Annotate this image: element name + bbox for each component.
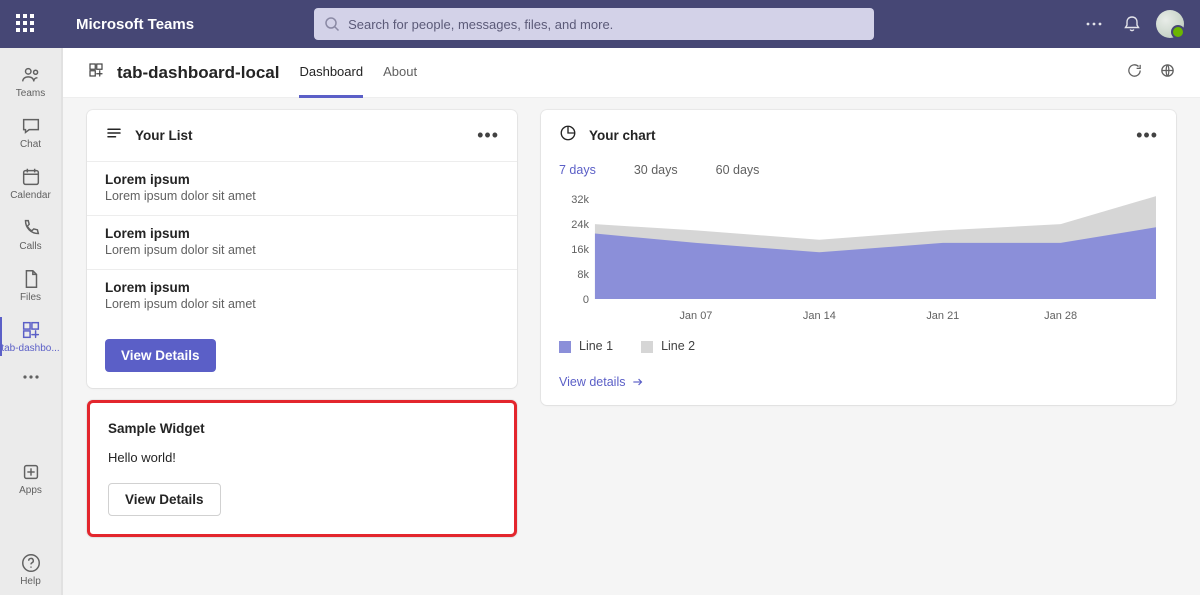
rail-help[interactable]: Help bbox=[0, 544, 61, 595]
rail-teams[interactable]: Teams bbox=[0, 56, 61, 107]
svg-text:32k: 32k bbox=[571, 194, 589, 206]
list-item-subtitle: Lorem ipsum dolor sit amet bbox=[105, 189, 499, 203]
svg-text:16k: 16k bbox=[571, 244, 589, 256]
page-title: tab-dashboard-local bbox=[117, 63, 279, 83]
search-icon bbox=[324, 16, 340, 32]
range-7-days[interactable]: 7 days bbox=[559, 163, 596, 177]
card-more-icon[interactable]: ••• bbox=[1136, 125, 1158, 146]
app-rail: Teams Chat Calendar Calls Files tab-dash… bbox=[0, 48, 62, 595]
sample-widget-body: Hello world! bbox=[108, 450, 496, 465]
more-icon[interactable] bbox=[1084, 14, 1104, 34]
view-details-button[interactable]: View Details bbox=[105, 339, 216, 372]
area-chart: 0 8k 16k 24k 32k Jan 07 Jan 14 Jan 21 Jan 28 bbox=[541, 183, 1176, 335]
your-chart-card: Your chart ••• 7 days 30 days 60 days 0 8… bbox=[541, 110, 1176, 405]
svg-text:Jan 14: Jan 14 bbox=[803, 310, 836, 322]
card-more-icon[interactable]: ••• bbox=[477, 125, 499, 146]
app-topbar: Microsoft Teams bbox=[0, 0, 1200, 48]
file-icon bbox=[20, 268, 42, 290]
list-item: Lorem ipsum Lorem ipsum dolor sit amet bbox=[87, 162, 517, 216]
rail-tab-dashboard[interactable]: tab-dashbo... bbox=[0, 311, 61, 362]
app-tile-icon bbox=[87, 61, 105, 84]
phone-icon bbox=[20, 217, 42, 239]
svg-text:24k: 24k bbox=[571, 219, 589, 231]
app-icon bbox=[20, 319, 42, 341]
range-30-days[interactable]: 30 days bbox=[634, 163, 678, 177]
range-60-days[interactable]: 60 days bbox=[716, 163, 760, 177]
more-horizontal-icon bbox=[20, 370, 42, 384]
sample-widget-card: Sample Widget Hello world! View Details bbox=[87, 400, 517, 537]
list-item-subtitle: Lorem ipsum dolor sit amet bbox=[105, 297, 499, 311]
search-box[interactable] bbox=[314, 8, 874, 40]
chat-icon bbox=[20, 115, 42, 137]
list-item-title: Lorem ipsum bbox=[105, 280, 499, 295]
sample-widget-title: Sample Widget bbox=[108, 421, 496, 436]
rail-label: tab-dashbo... bbox=[1, 343, 59, 354]
legend-line-1: Line 1 bbox=[559, 339, 613, 353]
apps-icon bbox=[20, 461, 42, 483]
rail-label: Help bbox=[20, 576, 41, 587]
list-item-title: Lorem ipsum bbox=[105, 172, 499, 187]
chart-legend: Line 1 Line 2 bbox=[541, 335, 1176, 365]
list-item: Lorem ipsum Lorem ipsum dolor sit amet bbox=[87, 216, 517, 270]
card-title: Your chart bbox=[589, 128, 656, 143]
rail-label: Calendar bbox=[10, 190, 51, 201]
rail-chat[interactable]: Chat bbox=[0, 107, 61, 158]
card-title: Your List bbox=[135, 128, 193, 143]
rail-label: Teams bbox=[16, 88, 45, 99]
tab-dashboard[interactable]: Dashboard bbox=[299, 48, 363, 98]
rail-label: Apps bbox=[19, 485, 42, 496]
rail-label: Chat bbox=[20, 139, 41, 150]
rail-calendar[interactable]: Calendar bbox=[0, 158, 61, 209]
tab-header: tab-dashboard-local Dashboard About bbox=[63, 48, 1200, 98]
notifications-icon[interactable] bbox=[1122, 14, 1142, 34]
rail-files[interactable]: Files bbox=[0, 260, 61, 311]
svg-text:Jan 21: Jan 21 bbox=[926, 310, 959, 322]
svg-text:Jan 28: Jan 28 bbox=[1044, 310, 1077, 322]
brand-title: Microsoft Teams bbox=[76, 16, 194, 33]
arrow-right-icon bbox=[631, 375, 645, 389]
tab-about[interactable]: About bbox=[383, 48, 417, 98]
list-item: Lorem ipsum Lorem ipsum dolor sit amet bbox=[87, 270, 517, 323]
svg-text:0: 0 bbox=[583, 294, 589, 306]
rail-label: Calls bbox=[19, 241, 41, 252]
svg-text:Jan 07: Jan 07 bbox=[679, 310, 712, 322]
pop-out-icon[interactable] bbox=[1159, 62, 1176, 84]
help-icon bbox=[20, 552, 42, 574]
list-item-title: Lorem ipsum bbox=[105, 226, 499, 241]
refresh-icon[interactable] bbox=[1126, 62, 1143, 84]
teams-icon bbox=[20, 64, 42, 86]
legend-line-2: Line 2 bbox=[641, 339, 695, 353]
rail-more[interactable] bbox=[0, 362, 61, 394]
app-launcher-icon[interactable] bbox=[16, 14, 36, 34]
rail-calls[interactable]: Calls bbox=[0, 209, 61, 260]
your-list-card: Your List ••• Lorem ipsum Lorem ipsum dol… bbox=[87, 110, 517, 388]
sample-view-details-button[interactable]: View Details bbox=[108, 483, 221, 516]
svg-text:8k: 8k bbox=[577, 269, 589, 281]
list-item-subtitle: Lorem ipsum dolor sit amet bbox=[105, 243, 499, 257]
calendar-icon bbox=[20, 166, 42, 188]
avatar[interactable] bbox=[1156, 10, 1184, 38]
list-icon bbox=[105, 124, 123, 147]
content-area: tab-dashboard-local Dashboard About Your… bbox=[62, 48, 1200, 595]
search-input[interactable] bbox=[348, 17, 864, 32]
rail-apps[interactable]: Apps bbox=[0, 453, 61, 504]
range-tabs: 7 days 30 days 60 days bbox=[541, 153, 1176, 183]
pie-chart-icon bbox=[559, 124, 577, 147]
rail-label: Files bbox=[20, 292, 41, 303]
view-details-link[interactable]: View details bbox=[541, 365, 663, 405]
